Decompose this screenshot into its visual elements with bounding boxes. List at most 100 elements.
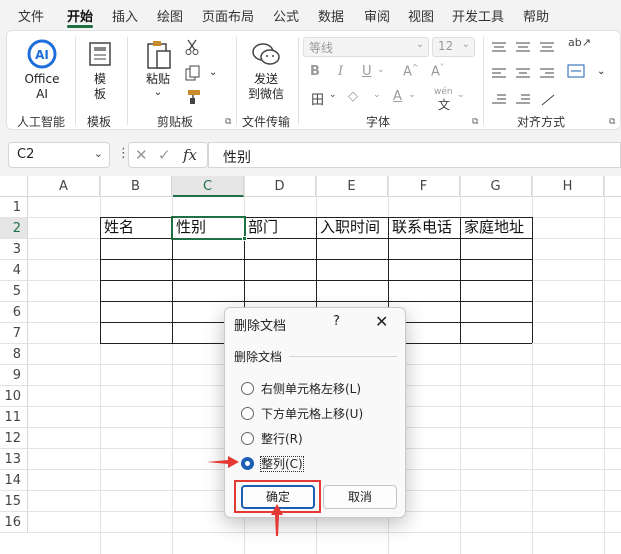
close-icon[interactable]: ✕: [375, 312, 388, 331]
column-header-g[interactable]: G: [460, 176, 532, 197]
row-header-3[interactable]: 3: [0, 239, 28, 260]
align-left-icon[interactable]: [491, 65, 507, 84]
office-ai-icon[interactable]: AI: [27, 39, 57, 73]
increase-font-icon[interactable]: A^: [403, 63, 419, 79]
row-header-16[interactable]: 16: [0, 512, 28, 533]
row-header-12[interactable]: 12: [0, 428, 28, 449]
tab-view[interactable]: 视图: [408, 6, 434, 25]
fill-handle[interactable]: [242, 236, 247, 241]
row-header-6[interactable]: 6: [0, 302, 28, 323]
formula-input[interactable]: 性别: [208, 142, 621, 168]
column-header-e[interactable]: E: [316, 176, 388, 197]
column-header-f[interactable]: F: [388, 176, 460, 197]
row-header-15[interactable]: 15: [0, 491, 28, 512]
paste-chevron-icon[interactable]: ⌄: [141, 85, 175, 100]
tab-review[interactable]: 审阅: [364, 6, 390, 25]
radio-selected-icon[interactable]: [241, 457, 254, 470]
font-name-select[interactable]: 等线 ⌄: [303, 37, 429, 57]
tab-developer[interactable]: 开发工具: [452, 6, 504, 25]
wrap-text-chevron-icon[interactable]: ⌄: [597, 64, 605, 79]
row-header-9[interactable]: 9: [0, 365, 28, 386]
align-right-icon[interactable]: [539, 65, 555, 84]
row-header-11[interactable]: 11: [0, 407, 28, 428]
row-header-8[interactable]: 8: [0, 344, 28, 365]
font-color-icon[interactable]: A: [393, 89, 402, 104]
office-ai-label-1[interactable]: Office: [22, 72, 62, 87]
template-label-1[interactable]: 模: [87, 72, 113, 87]
cancel-icon[interactable]: ✕: [135, 146, 148, 164]
tab-formulas[interactable]: 公式: [273, 6, 299, 25]
column-header-a[interactable]: A: [28, 176, 100, 197]
underline-chevron-icon[interactable]: ⌄: [377, 65, 385, 75]
wrap-text-icon[interactable]: [567, 63, 585, 82]
text-direction-icon[interactable]: ab↗: [568, 35, 591, 50]
cell-e2[interactable]: 入职时间: [317, 217, 388, 238]
template-icon[interactable]: [88, 41, 112, 71]
column-header-b[interactable]: B: [100, 176, 172, 197]
tab-draw[interactable]: 绘图: [157, 6, 183, 25]
cell-f2[interactable]: 联系电话: [389, 217, 460, 238]
cell-g2[interactable]: 家庭地址: [461, 217, 532, 238]
alignment-launcher-icon[interactable]: ⧉: [609, 117, 615, 127]
option-shift-up[interactable]: 下方单元格上移(U): [241, 405, 363, 422]
row-header-13[interactable]: 13: [0, 449, 28, 470]
option-entire-row[interactable]: 整行(R): [241, 430, 303, 447]
wechat-label-2[interactable]: 到微信: [243, 87, 289, 102]
tab-home[interactable]: 开始: [67, 6, 93, 25]
insert-function-icon[interactable]: fx: [183, 146, 197, 164]
copy-icon[interactable]: [185, 65, 201, 85]
column-header-c[interactable]: C: [172, 176, 244, 197]
template-label-2[interactable]: 板: [87, 87, 113, 102]
font-launcher-icon[interactable]: ⧉: [472, 117, 478, 127]
radio-icon[interactable]: [241, 432, 254, 445]
row-header-5[interactable]: 5: [0, 281, 28, 302]
wechat-icon[interactable]: [251, 41, 281, 71]
select-all-corner[interactable]: [0, 176, 28, 197]
fill-color-chevron-icon[interactable]: ⌄: [373, 90, 381, 100]
borders-chevron-icon[interactable]: ⌄: [329, 90, 337, 100]
row-header-14[interactable]: 14: [0, 470, 28, 491]
bold-button[interactable]: B: [310, 64, 320, 79]
tab-help[interactable]: 帮助: [523, 6, 549, 25]
decrease-font-icon[interactable]: A˅: [431, 63, 444, 79]
borders-icon[interactable]: 田: [311, 89, 324, 108]
name-box[interactable]: C2 ⌄: [8, 142, 110, 168]
cell-d2[interactable]: 部门: [245, 217, 316, 238]
decrease-indent-icon[interactable]: [491, 91, 507, 110]
option-entire-column[interactable]: 整列(C): [241, 455, 304, 472]
radio-icon[interactable]: [241, 407, 254, 420]
radio-icon[interactable]: [241, 382, 254, 395]
tab-file[interactable]: 文件: [18, 6, 44, 25]
italic-button[interactable]: I: [338, 64, 343, 79]
paste-icon[interactable]: [145, 39, 173, 75]
confirm-icon[interactable]: ✓: [158, 146, 171, 164]
align-center-icon[interactable]: [515, 65, 531, 84]
copy-chevron-icon[interactable]: ⌄: [209, 65, 217, 80]
row-header-10[interactable]: 10: [0, 386, 28, 407]
fill-color-icon[interactable]: ◇: [348, 89, 358, 104]
clipboard-launcher-icon[interactable]: ⧉: [225, 117, 231, 127]
orientation-icon[interactable]: [541, 91, 555, 110]
align-middle-icon[interactable]: [515, 39, 531, 58]
cancel-button[interactable]: 取消: [323, 485, 397, 509]
format-painter-icon[interactable]: [184, 89, 202, 109]
row-header-7[interactable]: 7: [0, 323, 28, 344]
help-icon[interactable]: ?: [333, 314, 340, 329]
tab-page-layout[interactable]: 页面布局: [202, 6, 254, 25]
font-size-select[interactable]: 12 ⌄: [432, 37, 475, 57]
column-header-d[interactable]: D: [244, 176, 316, 197]
row-header-1[interactable]: 1: [0, 197, 28, 218]
increase-indent-icon[interactable]: [515, 91, 531, 110]
phonetic-chevron-icon[interactable]: ⌄: [457, 90, 465, 100]
column-header-h[interactable]: H: [532, 176, 604, 197]
font-color-chevron-icon[interactable]: ⌄: [408, 90, 416, 100]
underline-button[interactable]: U: [362, 64, 372, 79]
align-top-icon[interactable]: [491, 39, 507, 58]
row-header-2[interactable]: 2: [0, 218, 28, 239]
tab-data[interactable]: 数据: [318, 6, 344, 25]
row-header-4[interactable]: 4: [0, 260, 28, 281]
align-bottom-icon[interactable]: [539, 39, 555, 58]
tab-insert[interactable]: 插入: [112, 6, 138, 25]
wechat-label-1[interactable]: 发送: [246, 72, 286, 87]
cut-icon[interactable]: [185, 39, 199, 59]
